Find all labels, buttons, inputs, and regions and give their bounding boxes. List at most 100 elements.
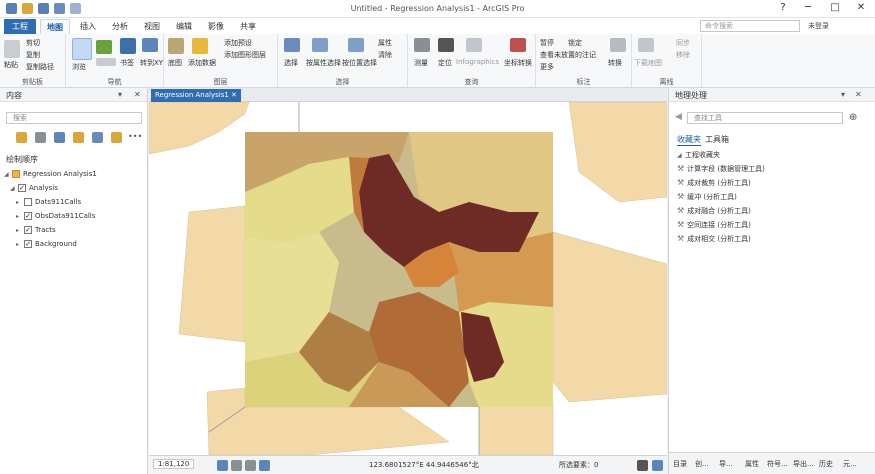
map-tab-close-icon[interactable]: ✕ (231, 91, 237, 99)
goto-xy-icon[interactable] (142, 38, 158, 52)
tool-item[interactable]: ⚒ 计算字段 (数据管理工具) (677, 164, 765, 174)
explore-icon[interactable] (72, 38, 92, 60)
list-by-drawing-order-icon[interactable] (16, 132, 27, 143)
collapse-icon[interactable]: ◢ (10, 185, 18, 192)
pane-tab-history[interactable]: 历史 (819, 459, 833, 469)
locate-button[interactable]: 定位 (438, 58, 452, 68)
pane-close-icon[interactable]: ✕ (855, 90, 862, 99)
tool-item[interactable]: ⚒ 空间连接 (分析工具) (677, 220, 751, 230)
tab-project[interactable]: 工程 (4, 19, 36, 34)
layer-checkbox[interactable]: ✓ (24, 212, 32, 220)
layer-checkbox[interactable]: ✓ (18, 184, 26, 192)
pane-tab-create[interactable]: 创... (695, 459, 709, 469)
pane-menu-icon[interactable]: ▾ (118, 90, 122, 99)
add-data-button[interactable]: 添加数据 (188, 58, 216, 68)
tool-item[interactable]: ⚒ 成对相交 (分析工具) (677, 234, 751, 244)
tab-map[interactable]: 地图 (40, 19, 70, 34)
pause-drawing-icon[interactable] (637, 460, 648, 471)
tool-item[interactable]: ⚒ 成对裁剪 (分析工具) (677, 178, 751, 188)
layer-checkbox[interactable]: ✓ (24, 240, 32, 248)
tab-view[interactable]: 视图 (138, 19, 166, 34)
expand-icon[interactable]: ▸ (16, 227, 24, 234)
list-by-editing-icon[interactable] (73, 132, 84, 143)
download-map-icon[interactable] (638, 38, 654, 52)
tab-favorites[interactable]: 收藏夹 (677, 134, 701, 146)
pane-menu-icon[interactable]: ▾ (841, 90, 845, 99)
clear-button[interactable]: 清除 (378, 50, 392, 60)
refresh-map-icon[interactable] (652, 460, 663, 471)
map-tab[interactable]: Regression Analysis1 ✕ (151, 89, 241, 102)
more-options-icon[interactable]: ••• (128, 132, 142, 141)
expand-icon[interactable]: ▸ (16, 199, 24, 206)
select-by-location-button[interactable]: 按位置选择 (342, 58, 377, 68)
infographics-icon[interactable] (466, 38, 482, 52)
user-status[interactable]: 未登录 (808, 21, 829, 31)
attributes-button[interactable]: 属性 (378, 38, 392, 48)
add-graphics-layer-button[interactable]: 添加图形图层 (224, 50, 266, 60)
basemap-button[interactable]: 底图 (168, 58, 182, 68)
toc-item-map[interactable]: ◢ Regression Analysis1 (4, 170, 97, 182)
tool-item[interactable]: ⚒ 成对融合 (分析工具) (677, 206, 751, 216)
measure-icon[interactable] (414, 38, 430, 52)
remove-button[interactable]: 移除 (676, 50, 690, 60)
paste-icon[interactable] (4, 40, 20, 58)
basemap-icon[interactable] (168, 38, 184, 54)
bookmarks-button[interactable]: 书签 (120, 58, 134, 68)
cut-button[interactable]: 剪切 (26, 38, 40, 48)
coordinate-conversion-icon[interactable] (510, 38, 526, 52)
pane-tab-metadata[interactable]: 元... (843, 459, 857, 469)
select-by-location-icon[interactable] (348, 38, 364, 52)
goto-xy-button[interactable]: 转到XY (140, 58, 163, 68)
toc-item-layer[interactable]: ▸ ✓ Tracts (16, 226, 56, 238)
view-unplaced-button[interactable]: 查看未放置的注记 (540, 50, 596, 60)
find-tools-input[interactable]: 查找工具 (687, 112, 843, 124)
toc-item-layer[interactable]: ▸ ✓ Background (16, 240, 77, 252)
list-by-labeling-icon[interactable] (111, 132, 122, 143)
pane-tab-export-layout[interactable]: 导出... (793, 459, 814, 469)
add-preset-button[interactable]: 添加预设 (224, 38, 252, 48)
select-by-attributes-icon[interactable] (312, 38, 328, 52)
pane-tab-catalog[interactable]: 目录 (673, 459, 687, 469)
coordinate-conversion-button[interactable]: 坐标转换 (504, 58, 532, 68)
tab-share[interactable]: 共享 (234, 19, 262, 34)
list-by-snapping-icon[interactable] (92, 132, 103, 143)
select-button[interactable]: 选择 (284, 58, 298, 68)
snapping-icon[interactable] (245, 460, 256, 471)
toc-item-group[interactable]: ◢ ✓ Analysis (10, 184, 58, 196)
sync-button[interactable]: 同步 (676, 38, 690, 48)
refresh-icon[interactable] (259, 460, 270, 471)
download-map-button[interactable]: 下载地图 (634, 58, 662, 68)
scale-selector[interactable]: 1:81,120 (153, 459, 195, 469)
explore-button[interactable]: 浏览 (72, 62, 86, 72)
contents-search-input[interactable]: 搜索 (6, 112, 142, 124)
lock-button[interactable]: 锁定 (568, 38, 582, 48)
convert-button[interactable]: 转换 (608, 58, 622, 68)
close-button[interactable]: ✕ (848, 2, 874, 16)
tab-analysis[interactable]: 分析 (106, 19, 134, 34)
paste-button[interactable]: 粘贴 (4, 60, 18, 70)
layer-checkbox[interactable]: ✓ (24, 226, 32, 234)
help-button[interactable]: ? (770, 2, 796, 16)
expand-icon[interactable]: ▸ (16, 213, 24, 220)
project-favorites-section[interactable]: ◢ 工程收藏夹 (677, 150, 720, 160)
tab-toolboxes[interactable]: 工具箱 (705, 134, 729, 145)
toc-item-layer[interactable]: ▸ Dats911Calls (16, 198, 81, 210)
grid-icon[interactable] (231, 460, 242, 471)
measure-button[interactable]: 测量 (414, 58, 428, 68)
collapse-icon[interactable]: ◢ (677, 152, 685, 159)
more-button[interactable]: 更多 (540, 62, 554, 72)
tab-imagery[interactable]: 影像 (202, 19, 230, 34)
pause-button[interactable]: 暂停 (540, 38, 554, 48)
back-arrow-icon[interactable]: ◀ (675, 112, 682, 122)
convert-icon[interactable] (610, 38, 626, 52)
map-canvas[interactable] (149, 102, 667, 455)
layer-checkbox[interactable] (24, 198, 32, 206)
copy-button[interactable]: 复制 (26, 50, 40, 60)
list-by-selection-icon[interactable] (54, 132, 65, 143)
pane-tab-attributes[interactable]: 属性 (745, 459, 759, 469)
nav-arrows-icon[interactable] (96, 58, 116, 66)
collapse-icon[interactable]: ◢ (4, 171, 12, 178)
select-icon[interactable] (284, 38, 300, 52)
fixed-zoom-icon[interactable] (217, 460, 228, 471)
infographics-button[interactable]: Infographics (456, 58, 499, 66)
